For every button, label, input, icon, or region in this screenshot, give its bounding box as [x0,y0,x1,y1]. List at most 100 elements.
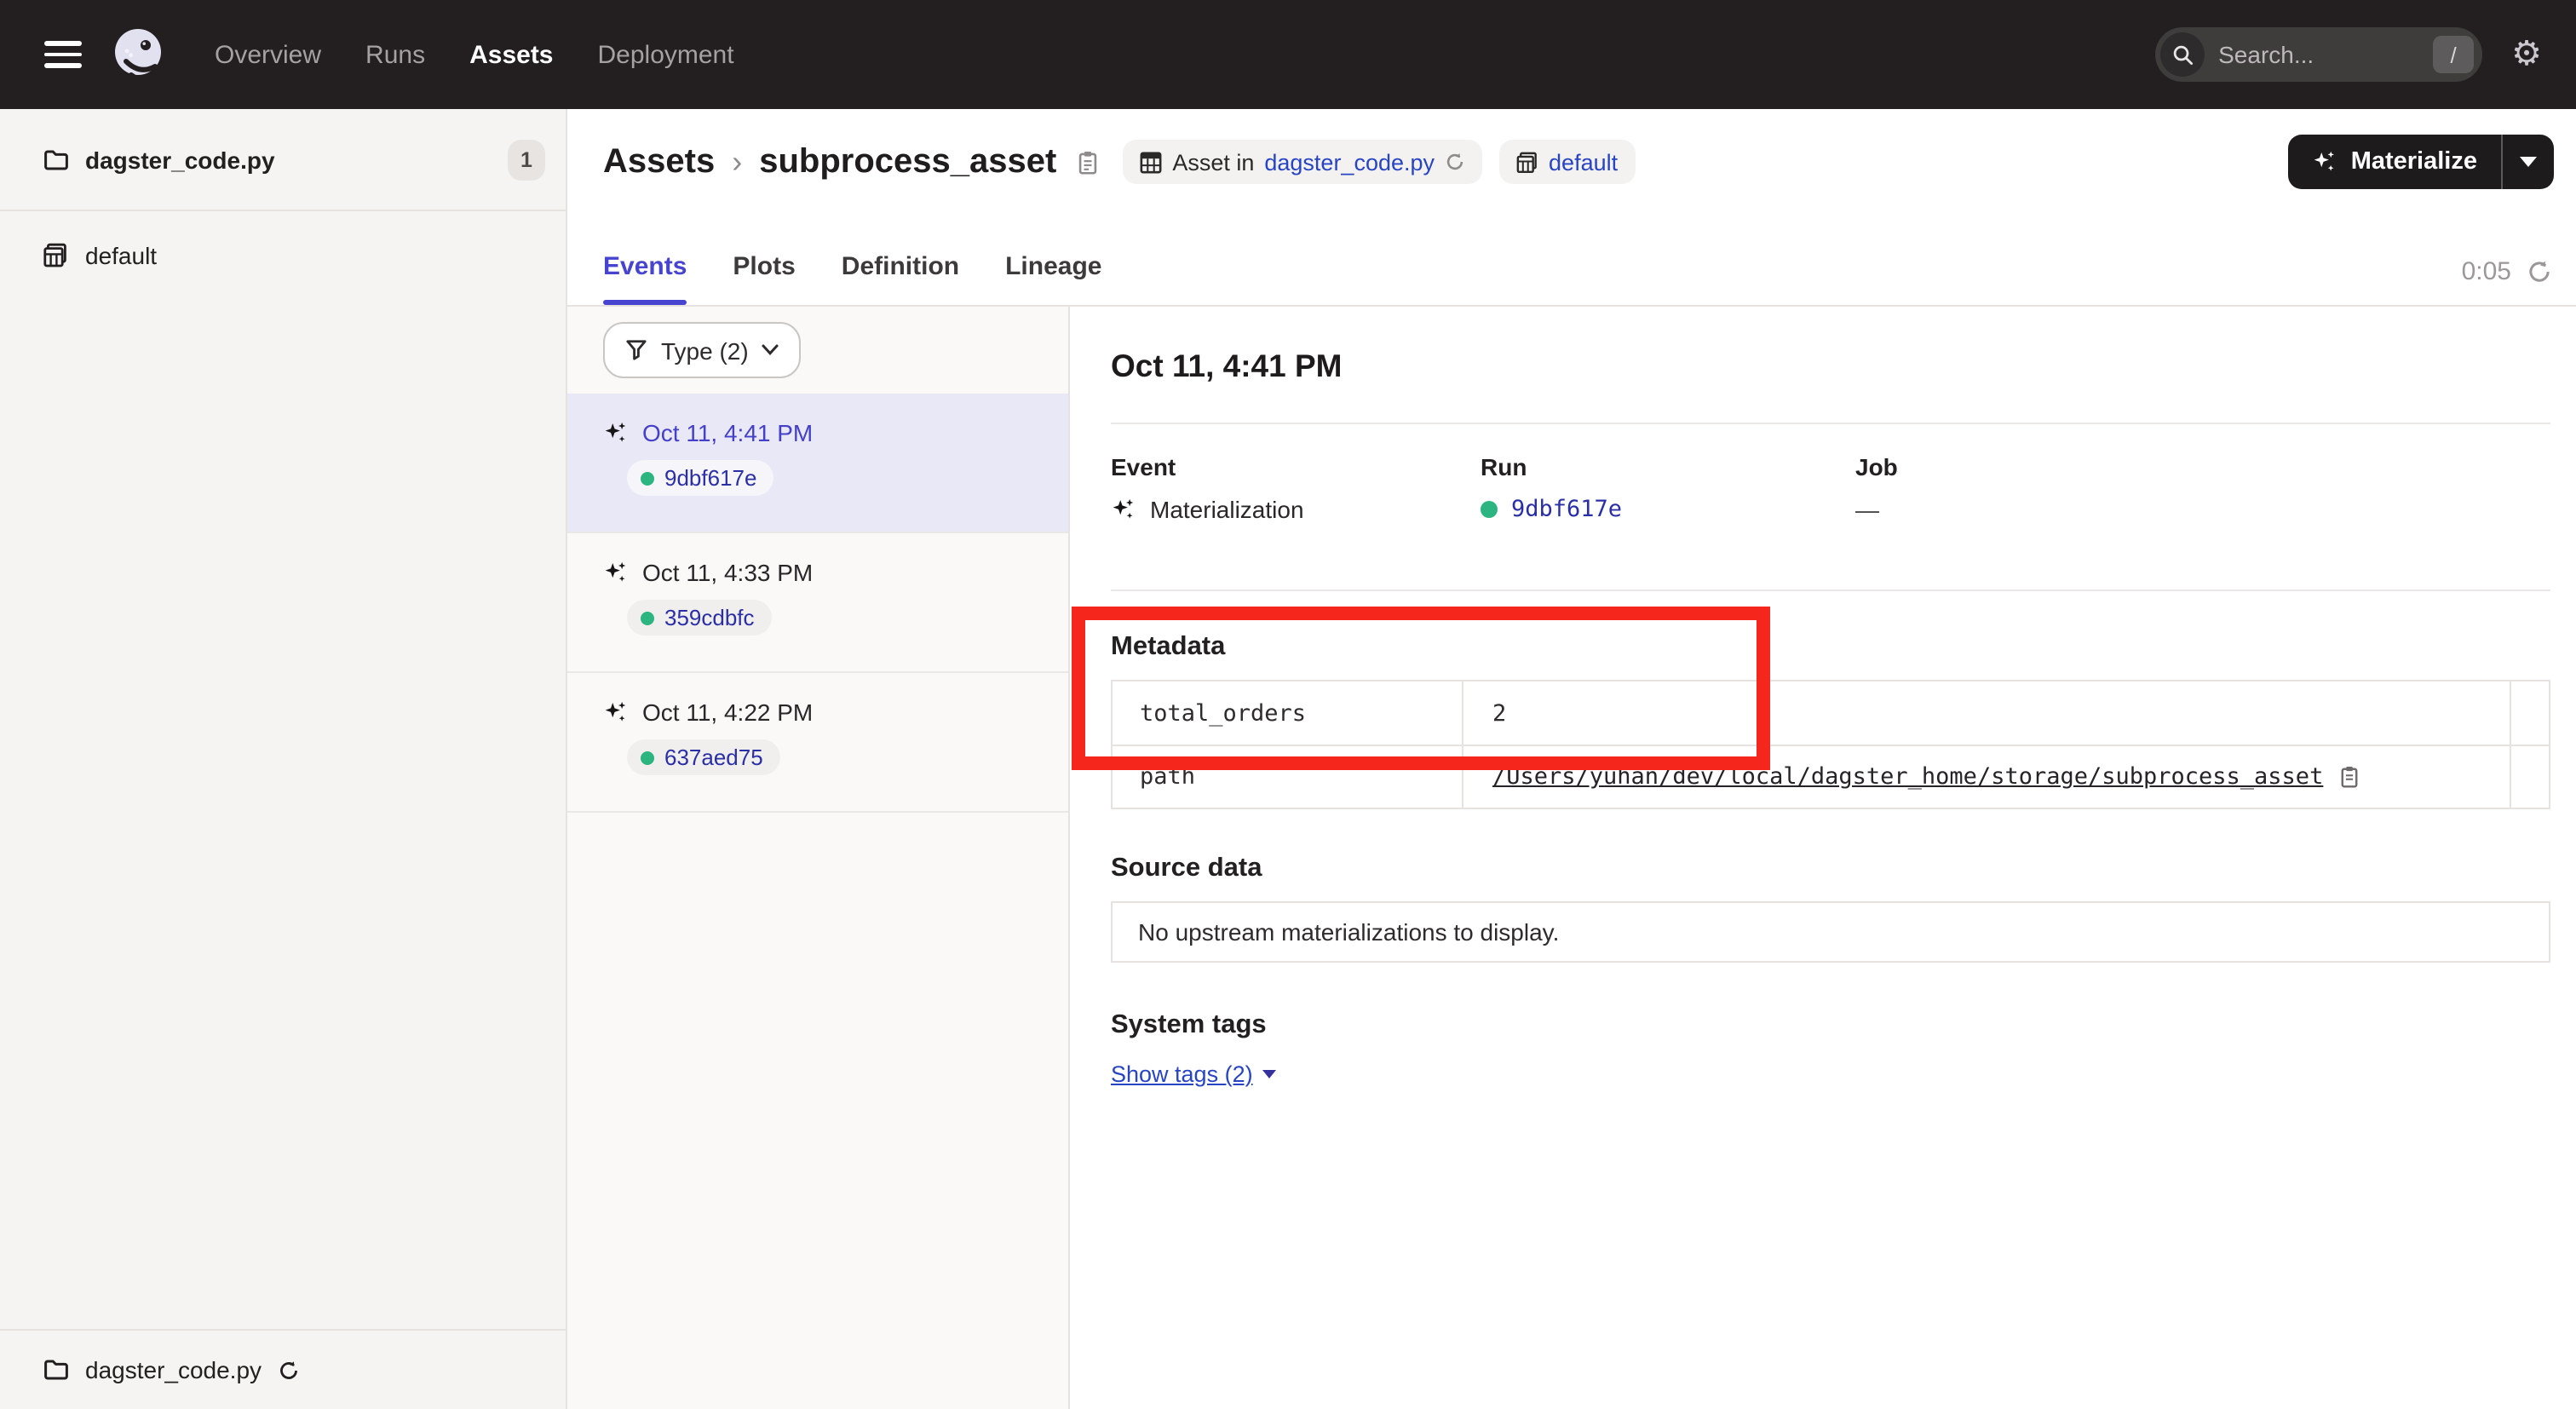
run-column-label: Run [1481,453,1855,480]
event-detail-panel: Oct 11, 4:41 PM Event Materialization [1070,307,2576,1409]
metadata-key: total_orders [1113,681,1463,745]
metadata-table: total_orders 2 path /Users/yuhan/dev/loc… [1111,680,2550,809]
caret-down-icon [1263,1070,1277,1078]
metadata-value: 2 [1463,681,2511,745]
asset-tabs: Events Plots Definition Lineage 0:05 [567,204,2576,307]
search-input[interactable] [2218,41,2433,68]
asset-header: Assets › subprocess_asset Asset in dagst… [567,109,2576,204]
main-area: Assets › subprocess_asset Asset in dagst… [567,109,2576,1409]
show-tags-label: Show tags (2) [1111,1061,1253,1087]
reload-icon[interactable] [277,1359,299,1381]
run-id-pill[interactable]: 359cdbfc [627,600,772,635]
primary-nav: Overview Runs Assets Deployment [215,40,734,69]
sidebar-group-label: default [85,242,157,269]
event-detail-heading: Oct 11, 4:41 PM [1111,348,2550,385]
materialize-button-group: Materialize [2288,135,2554,189]
refresh-icon[interactable] [2527,259,2552,285]
materialization-sparkle-icon [603,560,629,585]
event-time-label: Oct 11, 4:22 PM [642,699,813,726]
materialize-label: Materialize [2351,148,2477,175]
dagster-logo-icon[interactable] [109,24,170,85]
show-tags-toggle[interactable]: Show tags (2) [1111,1061,1277,1087]
asset-sidebar: dagster_code.py 1 default dagster_code.p… [0,109,567,1409]
page-title-asset-name: subprocess_asset [759,142,1056,181]
event-time-label: Oct 11, 4:33 PM [642,559,813,586]
breadcrumb: Assets › subprocess_asset [603,142,1099,181]
top-nav: Overview Runs Assets Deployment / ⚙ [0,0,2576,109]
tab-events[interactable]: Events [603,252,687,305]
sidebar-footer-code-location[interactable]: dagster_code.py [0,1329,566,1409]
reload-code-location-icon[interactable] [1445,152,1465,172]
folder-icon [43,1356,70,1383]
job-empty-value: — [1855,496,1879,523]
type-filter-button[interactable]: Type (2) [603,322,802,378]
metadata-heading: Metadata [1111,632,2550,663]
refresh-timer: 0:05 [2462,257,2552,286]
event-list-item[interactable]: Oct 11, 4:22 PM 637aed75 [567,673,1068,813]
materialization-sparkle-icon [1111,497,1136,522]
job-column-label: Job [1855,453,2550,480]
tab-definition[interactable]: Definition [842,252,959,305]
tab-lineage[interactable]: Lineage [1005,252,1101,305]
timer-countdown: 0:05 [2462,257,2511,286]
metadata-gutter-cell [2511,745,2549,808]
metadata-path-link[interactable]: /Users/yuhan/dev/local/dagster_home/stor… [1492,763,2323,791]
run-id-pill[interactable]: 637aed75 [627,739,780,775]
chevron-down-icon [762,344,779,356]
run-id-link[interactable]: 9dbf617e [1511,496,1622,523]
source-data-heading: Source data [1111,854,2550,884]
search-box[interactable]: / [2155,27,2482,82]
asset-count-badge: 1 [508,139,545,180]
tab-plots[interactable]: Plots [733,252,795,305]
footer-code-location-label: dagster_code.py [85,1356,262,1383]
dagster-app: Overview Runs Assets Deployment / ⚙ dags… [0,0,2576,1409]
event-column-label: Event [1111,453,1481,480]
sidebar-item-code-location[interactable]: dagster_code.py 1 [0,109,566,211]
chevron-down-icon [2520,157,2537,167]
sidebar-item-group-default[interactable]: default [0,211,566,300]
run-id-label: 637aed75 [664,745,763,770]
sparkle-icon [2312,149,2337,175]
asset-tags: Asset in dagster_code.py default [1123,140,1635,184]
breadcrumb-separator: › [732,144,742,180]
filter-funnel-icon [625,339,647,361]
materialization-sparkle-icon [603,699,629,725]
copy-path-icon[interactable] [2338,765,2359,789]
search-icon [2160,32,2205,77]
metadata-gutter-cell [2511,681,2549,745]
type-filter-label: Type (2) [661,336,749,364]
nav-deployment[interactable]: Deployment [598,40,734,69]
event-list-item[interactable]: Oct 11, 4:41 PM 9dbf617e [567,394,1068,533]
materialize-button[interactable]: Materialize [2288,135,2501,189]
run-id-label: 9dbf617e [664,465,756,491]
nav-overview[interactable]: Overview [215,40,321,69]
asset-group-icon [43,242,70,269]
event-list-panel: Type (2) Oct 11, 4:41 PM [567,307,1070,1409]
events-content: Type (2) Oct 11, 4:41 PM [567,307,2576,1409]
tag-code-location-link[interactable]: dagster_code.py [1264,149,1435,175]
event-summary-columns: Event Materialization Run 9dbf617e [1111,453,2550,523]
system-tags-heading: System tags [1111,1010,2550,1041]
sidebar-code-location-label: dagster_code.py [85,146,275,173]
folder-icon [43,146,70,173]
nav-assets[interactable]: Assets [469,40,553,69]
run-status-dot [1481,501,1498,518]
tag-group-link[interactable]: default [1549,149,1618,175]
run-id-pill[interactable]: 9dbf617e [627,460,773,496]
event-type-value: Materialization [1150,496,1304,523]
table-icon [1140,151,1162,173]
nav-runs[interactable]: Runs [365,40,425,69]
search-shortcut-key: / [2433,36,2474,73]
copy-asset-name-icon[interactable] [1077,149,1099,175]
event-list-item[interactable]: Oct 11, 4:33 PM 359cdbfc [567,533,1068,673]
tag-asset-prefix: Asset in [1172,149,1254,175]
metadata-key: path [1113,745,1463,808]
event-time-label: Oct 11, 4:41 PM [642,419,813,446]
run-id-label: 359cdbfc [664,605,755,630]
materialize-dropdown-button[interactable] [2503,135,2554,189]
run-status-dot [641,751,654,764]
settings-gear-icon[interactable]: ⚙ [2511,37,2542,72]
hamburger-menu-icon[interactable] [44,41,82,68]
event-filter-bar: Type (2) [567,307,1068,394]
breadcrumb-assets-link[interactable]: Assets [603,142,715,181]
